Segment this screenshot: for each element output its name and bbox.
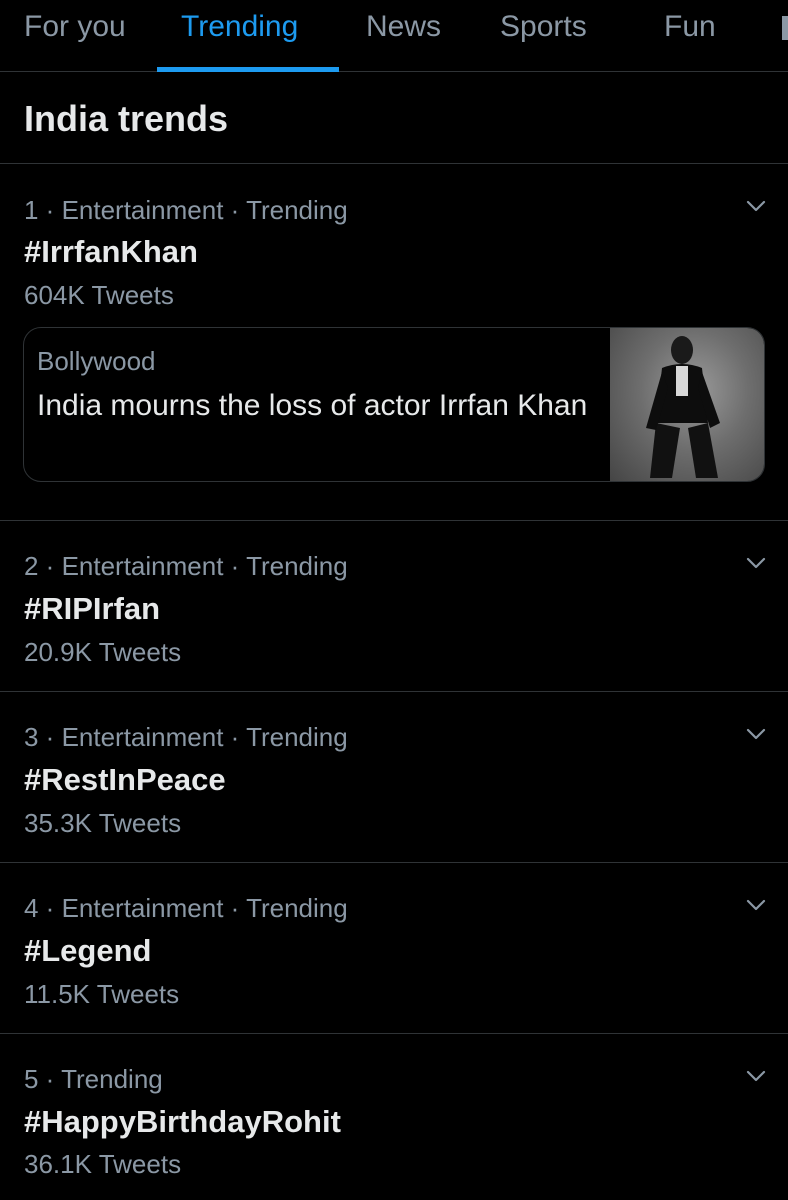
trend-meta: 5 · Trending — [24, 1064, 163, 1094]
news-card-headline[interactable]: India mourns the loss of actor Irrfan Kh… — [37, 384, 597, 427]
trend-item[interactable]: 2 · Entertainment · Trending #RIPIrfan 2… — [0, 521, 788, 692]
trend-tweet-count: 11.5K Tweets — [24, 979, 180, 1009]
trend-hashtag[interactable]: #Legend — [24, 933, 151, 969]
active-tab-indicator — [157, 67, 339, 72]
chevron-down-icon[interactable] — [746, 553, 766, 573]
trend-tweet-count: 36.1K Tweets — [24, 1149, 182, 1179]
tab-sports[interactable]: Sports — [500, 10, 587, 46]
trend-meta: 4 · Entertainment · Trending — [24, 893, 348, 923]
tab-news[interactable]: News — [366, 10, 441, 46]
trend-meta: 3 · Entertainment · Trending — [24, 722, 348, 752]
tab-bar: For you Trending News Sports Fun — [0, 0, 788, 72]
tab-for-you[interactable]: For you — [24, 10, 126, 46]
tab-trending[interactable]: Trending — [181, 10, 298, 46]
trend-item[interactable]: 5 · Trending #HappyBirthdayRohit 36.1K T… — [0, 1034, 788, 1200]
section-title: India trends — [0, 72, 788, 164]
trend-item[interactable]: 4 · Entertainment · Trending #Legend 11.… — [0, 863, 788, 1034]
trend-hashtag[interactable]: #RestInPeace — [24, 762, 226, 798]
trend-item[interactable]: 1 · Entertainment · Trending #IrrfanKhan… — [0, 164, 788, 521]
trend-hashtag[interactable]: #IrrfanKhan — [24, 234, 198, 270]
news-card-image — [610, 328, 764, 481]
trend-item[interactable]: 3 · Entertainment · Trending #RestInPeac… — [0, 692, 788, 863]
trend-tweet-count: 604K Tweets — [24, 280, 174, 310]
news-card[interactable]: Bollywood India mourns the loss of actor… — [23, 327, 765, 482]
trend-tweet-count: 20.9K Tweets — [24, 637, 182, 667]
trend-hashtag[interactable]: #RIPIrfan — [24, 591, 160, 627]
trend-meta: 1 · Entertainment · Trending — [24, 195, 348, 225]
tab-overflow-edge[interactable] — [782, 16, 788, 40]
news-card-category: Bollywood — [37, 346, 156, 376]
trend-tweet-count: 35.3K Tweets — [24, 808, 182, 838]
tab-fun[interactable]: Fun — [664, 10, 716, 46]
trend-hashtag[interactable]: #HappyBirthdayRohit — [24, 1104, 341, 1140]
chevron-down-icon[interactable] — [746, 1066, 766, 1086]
chevron-down-icon[interactable] — [746, 895, 766, 915]
chevron-down-icon[interactable] — [746, 196, 766, 216]
chevron-down-icon[interactable] — [746, 724, 766, 744]
trend-meta: 2 · Entertainment · Trending — [24, 551, 348, 581]
